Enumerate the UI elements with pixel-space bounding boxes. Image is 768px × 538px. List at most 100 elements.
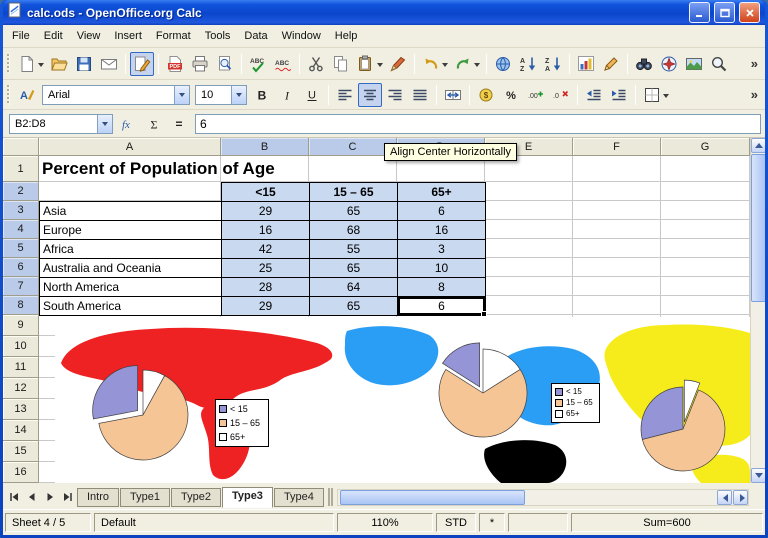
tab-nav-next-icon[interactable] (41, 489, 58, 506)
tab-splitter-handle[interactable] (328, 488, 333, 506)
undo-icon[interactable] (419, 52, 450, 76)
row-header-15[interactable]: 15 (3, 441, 39, 462)
hyperlink-icon[interactable] (491, 52, 515, 76)
cell-a1-title[interactable]: Percent of Population of Age (42, 156, 275, 182)
paste-icon[interactable] (354, 52, 385, 76)
new-icon[interactable] (15, 52, 46, 76)
status-zoom[interactable]: 110% (337, 513, 433, 532)
cells-area[interactable]: Percent of Population of Age <15 15 – 65… (39, 156, 750, 483)
email-icon[interactable] (97, 52, 121, 76)
vertical-scrollbar[interactable] (750, 138, 765, 483)
column-header-G[interactable]: G (661, 138, 750, 156)
open-icon[interactable] (47, 52, 71, 76)
row-header-9[interactable]: 9 (3, 315, 39, 336)
cell-A2[interactable] (40, 183, 222, 202)
chevron-down-icon[interactable] (442, 63, 448, 70)
toolbar-grip[interactable] (7, 85, 10, 105)
gallery-icon[interactable] (682, 52, 706, 76)
cell-C8[interactable]: 65 (310, 297, 398, 316)
row-header-11[interactable]: 11 (3, 357, 39, 378)
redo-icon[interactable] (451, 52, 482, 76)
cell-D2[interactable]: 65+ (398, 183, 486, 202)
sheet-tab-intro[interactable]: Intro (77, 488, 119, 507)
cell-A4[interactable]: Europe (40, 221, 222, 240)
toolbar-overflow-icon[interactable]: » (746, 87, 763, 102)
chevron-down-icon[interactable] (38, 63, 44, 70)
cell-B7[interactable]: 28 (222, 278, 310, 297)
zoom-icon[interactable] (707, 52, 731, 76)
minimize-button[interactable] (689, 2, 710, 23)
vertical-scroll-thumb[interactable] (751, 154, 765, 302)
justify-icon[interactable] (408, 83, 432, 107)
equals-icon[interactable]: = (167, 112, 191, 136)
title-bar[interactable]: calc.ods - OpenOffice.org Calc (3, 0, 765, 25)
row-header-14[interactable]: 14 (3, 420, 39, 441)
scroll-left-icon[interactable] (717, 490, 732, 505)
cell-B2[interactable]: <15 (222, 183, 310, 202)
menu-insert[interactable]: Insert (107, 27, 149, 45)
horizontal-scrollbar[interactable] (337, 489, 749, 506)
row-header-8[interactable]: 8 (3, 296, 39, 315)
column-header-B[interactable]: B (221, 138, 309, 156)
embedded-chart[interactable]: < 1515 – 6565+< 1515 – 6565+ (55, 317, 750, 483)
spellcheck-icon[interactable]: ABC (246, 52, 270, 76)
menu-data[interactable]: Data (237, 27, 274, 45)
font-size-combo[interactable]: 10 (195, 85, 247, 105)
chevron-down-icon[interactable] (231, 86, 246, 104)
status-sum[interactable]: Sum=600 (571, 513, 763, 532)
status-sheet-indicator[interactable]: Sheet 4 / 5 (5, 513, 91, 532)
menu-format[interactable]: Format (149, 27, 198, 45)
font-name-combo[interactable]: Arial (42, 85, 190, 105)
row-header-3[interactable]: 3 (3, 201, 39, 220)
merge-cells-icon[interactable] (441, 83, 465, 107)
row-header-13[interactable]: 13 (3, 399, 39, 420)
save-icon[interactable] (72, 52, 96, 76)
row-header-2[interactable]: 2 (3, 182, 39, 201)
menu-view[interactable]: View (70, 27, 108, 45)
fx-icon[interactable]: fx (117, 112, 141, 136)
cell-D8-active[interactable]: 6 (398, 297, 486, 316)
sheet-tab-type2[interactable]: Type2 (171, 488, 221, 507)
cell-C2[interactable]: 15 – 65 (310, 183, 398, 202)
cell-D3[interactable]: 6 (398, 202, 486, 221)
select-all-corner[interactable] (3, 138, 39, 156)
styles-icon[interactable]: A (15, 83, 39, 107)
navigator-icon[interactable] (657, 52, 681, 76)
pdf-icon[interactable]: PDF (163, 52, 187, 76)
chevron-down-icon[interactable] (377, 63, 383, 70)
cell-A3[interactable]: Asia (40, 202, 222, 221)
tab-nav-prev-icon[interactable] (23, 489, 40, 506)
cell-B6[interactable]: 25 (222, 259, 310, 278)
cell-D4[interactable]: 16 (398, 221, 486, 240)
menu-edit[interactable]: Edit (37, 27, 70, 45)
cut-icon[interactable] (304, 52, 328, 76)
toolbar-grip[interactable] (7, 54, 10, 74)
autospellcheck-icon[interactable]: ABC (271, 52, 295, 76)
sheet-tab-type4[interactable]: Type4 (274, 488, 324, 507)
percent-icon[interactable]: % (499, 83, 523, 107)
name-box[interactable]: B2:D8 (9, 114, 113, 134)
row-header-6[interactable]: 6 (3, 258, 39, 277)
cell-C5[interactable]: 55 (310, 240, 398, 259)
maximize-button[interactable] (714, 2, 735, 23)
chevron-down-icon[interactable] (174, 86, 189, 104)
find-icon[interactable] (632, 52, 656, 76)
row-header-1[interactable]: 1 (3, 156, 39, 182)
row-header-4[interactable]: 4 (3, 220, 39, 239)
align-right-icon[interactable] (383, 83, 407, 107)
cell-C6[interactable]: 65 (310, 259, 398, 278)
cell-D6[interactable]: 10 (398, 259, 486, 278)
sheet-tab-type3-active[interactable]: Type3 (222, 487, 273, 508)
cell-C3[interactable]: 65 (310, 202, 398, 221)
scroll-right-icon[interactable] (733, 490, 748, 505)
status-page-style[interactable]: Default (94, 513, 334, 532)
cell-C4[interactable]: 68 (310, 221, 398, 240)
sum-icon[interactable]: Σ (142, 112, 166, 136)
indent-dec-icon[interactable] (582, 83, 606, 107)
status-selection-mode[interactable]: STD (436, 513, 476, 532)
sheet-tab-type1[interactable]: Type1 (120, 488, 170, 507)
bold-icon[interactable]: B (250, 83, 274, 107)
chart-icon[interactable] (574, 52, 598, 76)
selection-fill-handle[interactable] (481, 311, 487, 317)
tab-nav-first-icon[interactable] (5, 489, 22, 506)
